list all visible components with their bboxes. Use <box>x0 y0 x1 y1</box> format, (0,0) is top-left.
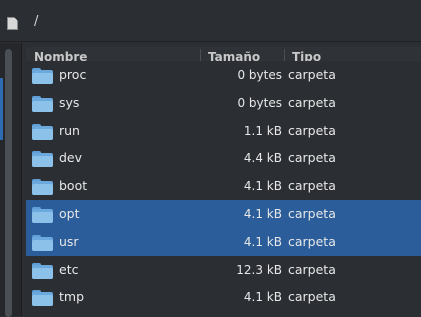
path-bar: / <box>0 0 421 42</box>
file-type: carpeta <box>288 178 336 194</box>
file-size: 1.1 kB <box>243 123 282 138</box>
folder-icon <box>32 151 53 168</box>
file-row-boot[interactable]: boot 4.1 kB carpeta <box>26 172 421 201</box>
file-size: 0 bytes <box>237 95 282 110</box>
file-row-etc[interactable]: etc 12.3 kB carpeta <box>26 255 421 284</box>
file-type: carpeta <box>288 289 336 305</box>
folder-icon <box>32 262 53 279</box>
folder-icon <box>32 290 53 307</box>
file-size: 4.1 kB <box>243 207 282 221</box>
file-type: carpeta <box>288 233 336 249</box>
folder-icon <box>32 207 53 223</box>
file-name: boot <box>59 178 88 194</box>
file-size: 4.1 kB <box>243 290 282 305</box>
file-row-sys[interactable]: sys 0 bytes carpeta <box>26 88 421 117</box>
path-text[interactable]: / <box>34 14 38 29</box>
file-name: sys <box>59 94 80 110</box>
file-row-usr[interactable]: usr 4.1 kB carpeta <box>26 227 421 256</box>
file-row-run[interactable]: run 1.1 kB carpeta <box>26 116 421 145</box>
file-name: dev <box>59 150 83 166</box>
folder-icon <box>32 179 53 196</box>
file-type: carpeta <box>288 261 336 277</box>
file-name: opt <box>59 206 80 221</box>
file-size: 4.4 kB <box>243 151 282 166</box>
file-type: carpeta <box>288 206 336 221</box>
file-name: etc <box>59 261 79 277</box>
file-type: carpeta <box>288 67 336 82</box>
file-type: carpeta <box>288 94 336 110</box>
file-name: run <box>59 122 80 138</box>
file-row-opt[interactable]: opt 4.1 kB carpeta <box>26 200 421 228</box>
folder-icon <box>32 123 53 140</box>
file-size: 0 bytes <box>237 68 282 82</box>
file-size: 4.1 kB <box>243 179 282 194</box>
file-name: proc <box>59 67 87 82</box>
file-size: 12.3 kB <box>236 262 282 277</box>
folder-icon <box>32 68 53 84</box>
folder-icon <box>32 234 53 251</box>
folder-icon <box>32 95 53 112</box>
sidebar-pane <box>0 43 22 317</box>
sidebar-selection-indicator <box>0 78 3 140</box>
file-row-proc[interactable]: proc 0 bytes carpeta <box>26 61 421 89</box>
file-row-dev[interactable]: dev 4.4 kB carpeta <box>26 144 421 173</box>
sidebar-scrollbar[interactable] <box>5 49 12 317</box>
document-icon[interactable] <box>7 17 18 30</box>
file-type: carpeta <box>288 122 336 138</box>
file-name: tmp <box>59 289 85 305</box>
file-list: proc 0 bytes carpeta sys 0 bytes carpeta run 1.… <box>26 61 421 316</box>
file-row-tmp[interactable]: tmp 4.1 kB carpeta <box>26 283 421 312</box>
file-name: usr <box>59 233 79 249</box>
file-type: carpeta <box>288 150 336 166</box>
file-size: 4.1 kB <box>243 234 282 249</box>
